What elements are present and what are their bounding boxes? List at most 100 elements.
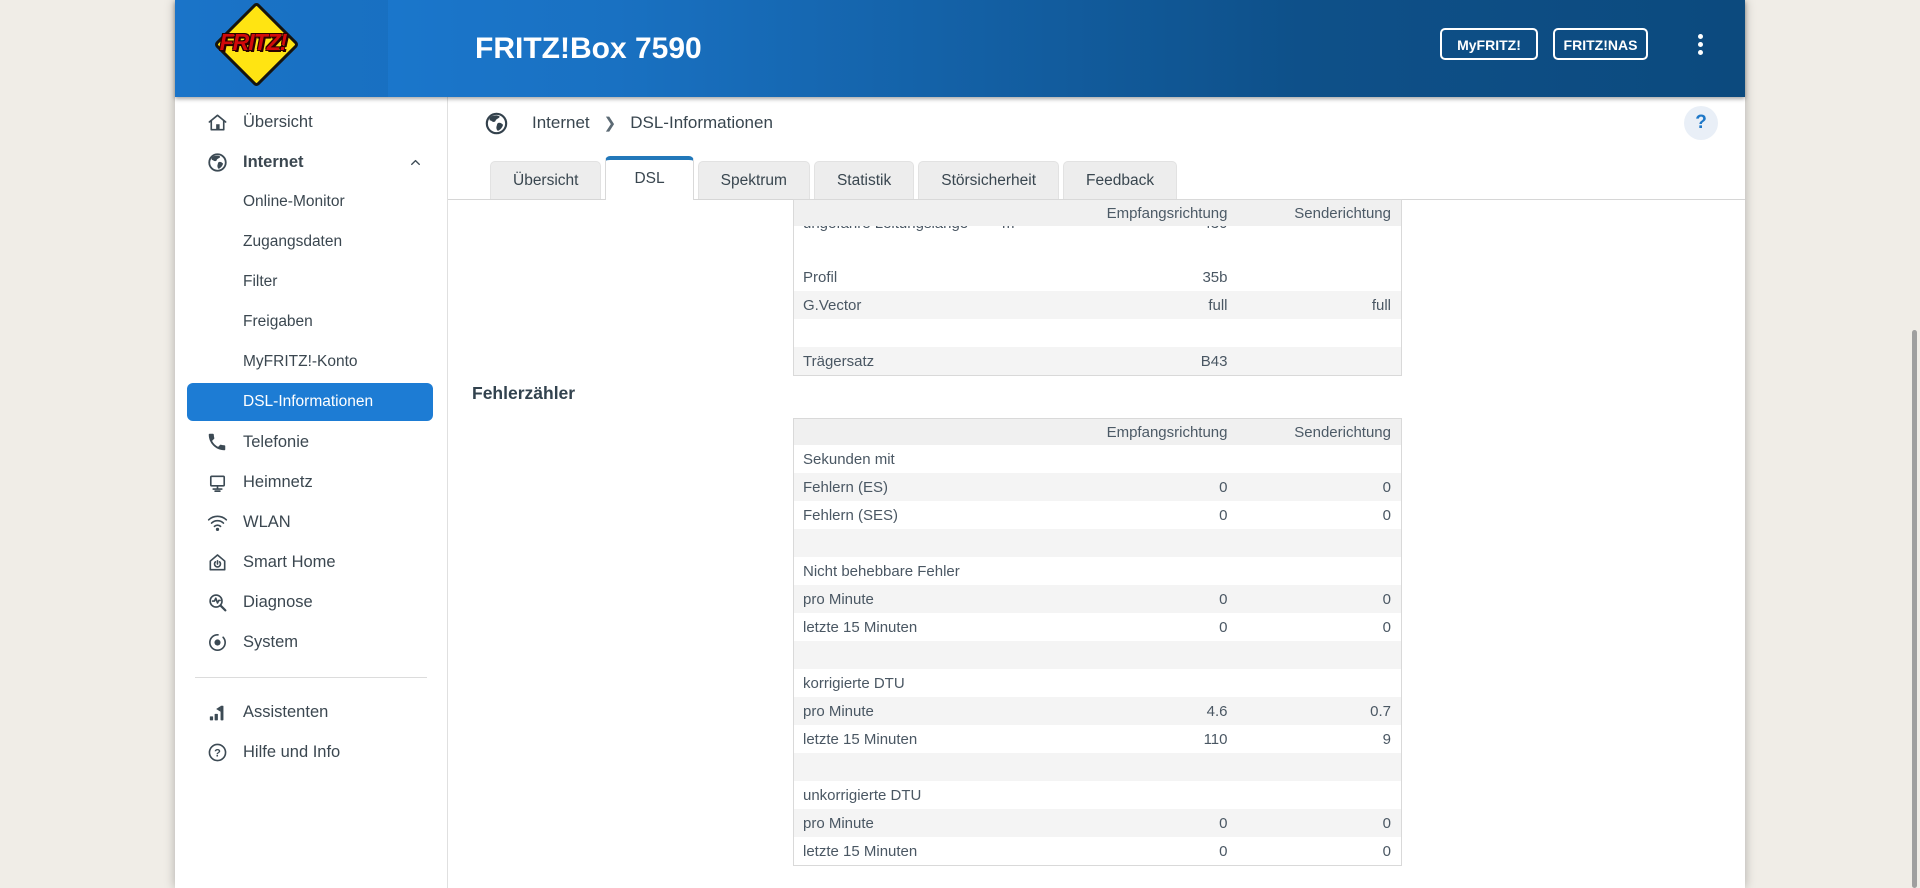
- fritznas-button[interactable]: FRITZ!NAS: [1553, 28, 1648, 60]
- sidebar-item-label: System: [243, 632, 299, 651]
- tab-st-rsicherheit[interactable]: Störsicherheit: [918, 161, 1059, 199]
- wifi-icon: [205, 510, 229, 534]
- content-area: Internet ❯ DSL-Informationen ? Übersicht…: [447, 97, 1745, 888]
- sidebar-item-label: Internet: [243, 152, 304, 171]
- column-header-senderichtung: Senderichtung: [1227, 199, 1402, 226]
- sidebar-item-telefonie[interactable]: Telefonie: [175, 422, 447, 462]
- sidebar-item-heimnetz[interactable]: Heimnetz: [175, 462, 447, 502]
- sidebar-item-assistenten[interactable]: Assistenten: [175, 692, 447, 732]
- page: { "header": { "logo_text": "FRITZ!", "ti…: [0, 0, 1920, 888]
- sidebar-item-hilfe-und-info[interactable]: ? Hilfe und Info: [175, 732, 447, 772]
- tab-statistik[interactable]: Statistik: [813, 161, 915, 199]
- table-header-row: Empfangsrichtung Senderichtung: [793, 418, 1402, 445]
- sidebar-item-label: Zugangsdaten: [243, 233, 343, 250]
- table-row: [794, 235, 1402, 263]
- table-row: [794, 319, 1402, 347]
- fritz-logo[interactable]: FRITZ!: [213, 1, 300, 88]
- table-row-clipped: ungefähre Leitungslängem430: [794, 226, 1402, 235]
- table-row: Fehlern (ES) 0 0: [793, 473, 1402, 501]
- column-header-empfangsrichtung: Empfangsrichtung: [1037, 418, 1228, 445]
- assistants-icon: [205, 700, 229, 724]
- diagnose-icon: [205, 590, 229, 614]
- sidebar-item-wlan[interactable]: WLAN: [175, 502, 447, 542]
- sidebar-item-dsl-informationen[interactable]: DSL-Informationen: [175, 382, 447, 422]
- breadcrumb-separator-icon: ❯: [603, 115, 617, 132]
- table-row: Trägersatz B43: [793, 347, 1402, 376]
- sidebar-item-filter[interactable]: Filter: [175, 262, 447, 302]
- help-icon: ?: [205, 740, 229, 764]
- svg-text:?: ?: [214, 747, 221, 759]
- sidebar-item-zugangsdaten[interactable]: Zugangsdaten: [175, 222, 447, 262]
- table-row: Nicht behebbare Fehler: [803, 562, 960, 580]
- table-row: letzte 15 Minuten 0 0: [803, 618, 1391, 636]
- table-row: letzte 15 Minuten 110 9: [803, 730, 1391, 748]
- network-icon: [205, 470, 229, 494]
- sidebar-item-label: Telefonie: [243, 432, 310, 451]
- table-row: korrigierte DTU: [803, 674, 905, 692]
- table-row: letzte 15 Minuten 0 0: [803, 842, 1391, 860]
- system-icon: [205, 630, 229, 654]
- tab-bar: Übersicht DSL Spektrum Statistik Störsicherh…: [447, 152, 1745, 200]
- sidebar-item-label: Heimnetz: [243, 472, 313, 491]
- sidebar-item-label: Online-Monitor: [243, 193, 345, 210]
- sidebar-item-myfritz-konto[interactable]: MyFRITZ!-Konto: [175, 342, 447, 382]
- sidebar-item-label: MyFRITZ!-Konto: [243, 353, 358, 370]
- error-counters-table: Empfangsrichtung Senderichtung Sekunden mi…: [793, 418, 1402, 866]
- sidebar-item-label: DSL-Informationen: [243, 393, 374, 410]
- sidebar-item-label: Smart Home: [243, 552, 336, 571]
- sidebar-item-label: Hilfe und Info: [243, 742, 341, 761]
- table-row: [793, 529, 1402, 557]
- page-title: FRITZ!Box 7590: [475, 32, 702, 65]
- table-row: Fehlern (SES) 0 0: [803, 506, 1391, 524]
- myfritz-button[interactable]: MyFRITZ!: [1440, 28, 1538, 60]
- sidebar-nav: Übersicht Internet Online-Monitor Zugangsda…: [175, 97, 447, 662]
- globe-icon: [205, 150, 229, 174]
- kebab-menu-icon[interactable]: [1693, 31, 1707, 61]
- fritz-logo-text: FRITZ!: [219, 29, 288, 55]
- table-row: [793, 753, 1402, 781]
- dsl-parameters-table: EmpfangsrichtungSenderichtungungefähre L…: [793, 199, 1402, 376]
- vertical-scrollbar[interactable]: [1912, 330, 1917, 888]
- app-window: FRITZ! FRITZ!Box 7590 MyFRITZ! FRITZ!NAS…: [175, 0, 1745, 888]
- table-row: pro Minute 0 0: [793, 809, 1402, 837]
- breadcrumb: Internet ❯ DSL-Informationen: [483, 108, 773, 138]
- home-icon: [205, 110, 229, 134]
- sidebar-item-diagnose[interactable]: Diagnose: [175, 582, 447, 622]
- smarthome-icon: [205, 550, 229, 574]
- sidebar-footer-nav: Assistenten? Hilfe und Info: [175, 692, 447, 772]
- sidebar-item-label: Assistenten: [243, 702, 329, 721]
- sidebar: Übersicht Internet Online-Monitor Zugangsda…: [175, 97, 448, 888]
- breadcrumb-section[interactable]: Internet: [532, 113, 590, 133]
- sidebar-item-smart-home[interactable]: Smart Home: [175, 542, 447, 582]
- sidebar-divider: [195, 677, 427, 678]
- tab-dsl[interactable]: DSL: [605, 156, 694, 200]
- chevron-up-icon[interactable]: [409, 155, 421, 167]
- sidebar-item-label: Freigaben: [243, 313, 313, 330]
- column-header-senderichtung: Senderichtung: [1227, 418, 1402, 445]
- sidebar-item-freigaben[interactable]: Freigaben: [175, 302, 447, 342]
- table-row: pro Minute 4.6 0.7: [793, 697, 1402, 725]
- sidebar-item-label: Filter: [243, 273, 278, 290]
- table-row: pro Minute 0 0: [793, 585, 1402, 613]
- column-header-empfangsrichtung: Empfangsrichtung: [1037, 199, 1228, 226]
- phone-icon: [205, 430, 229, 454]
- table-header-row: Empfangsrichtung Senderichtung: [793, 199, 1402, 226]
- tab-bersicht[interactable]: Übersicht: [490, 161, 602, 199]
- table-row: Profil 35b: [803, 268, 1228, 286]
- tab-feedback[interactable]: Feedback: [1063, 161, 1178, 199]
- sidebar-item-system[interactable]: System: [175, 622, 447, 662]
- sidebar-item-bersicht[interactable]: Übersicht: [175, 102, 447, 142]
- sidebar-item-label: Diagnose: [243, 592, 313, 611]
- tab-spektrum[interactable]: Spektrum: [697, 161, 810, 199]
- sidebar-item-online-monitor[interactable]: Online-Monitor: [175, 182, 447, 222]
- section-heading: Fehlerzähler: [472, 383, 576, 403]
- sidebar-item-label: Übersicht: [243, 112, 313, 131]
- table-row: [793, 641, 1402, 669]
- app-header: FRITZ! FRITZ!Box 7590 MyFRITZ! FRITZ!NAS: [175, 0, 1745, 97]
- table-row: unkorrigierte DTU: [803, 786, 922, 804]
- breadcrumb-page: DSL-Informationen: [630, 113, 773, 132]
- table-row: G.Vector full full: [793, 291, 1402, 319]
- sidebar-item-internet[interactable]: Internet: [175, 142, 447, 182]
- globe-icon: [483, 110, 510, 137]
- help-button[interactable]: ?: [1684, 106, 1718, 140]
